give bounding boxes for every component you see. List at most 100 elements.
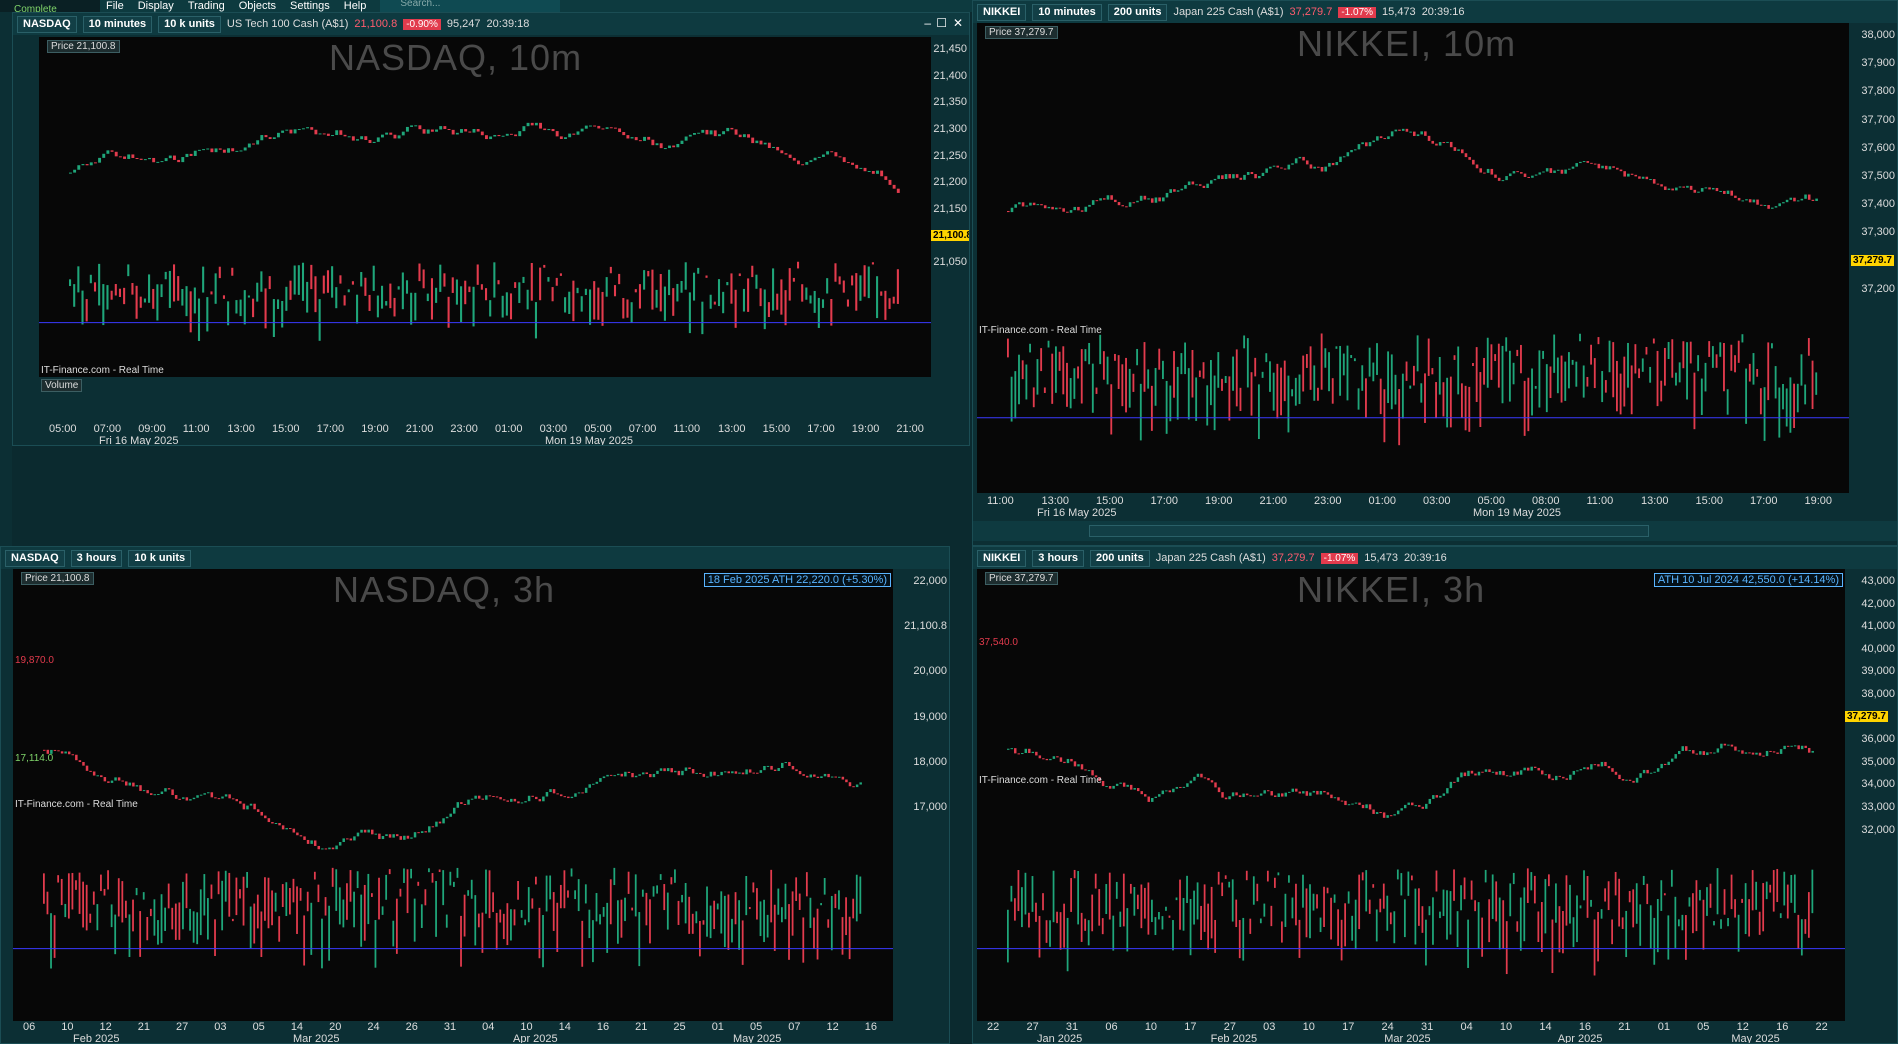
price-chart[interactable]: NASDAQ, 10m Price 21,100.8 IT-Finance.co… <box>39 37 931 392</box>
x-tick-label: 05:00 <box>49 423 77 435</box>
volume-bar <box>846 299 849 307</box>
volume-bar <box>1077 366 1079 379</box>
volume-bar <box>1302 874 1304 908</box>
candle <box>1200 773 1203 778</box>
menu-file[interactable]: File <box>106 0 124 12</box>
volume-bar <box>135 285 138 319</box>
units-select[interactable]: 10 k units <box>128 549 192 567</box>
candle <box>353 836 356 841</box>
candle <box>53 749 57 751</box>
candle <box>256 140 260 145</box>
candle <box>217 798 221 800</box>
candle <box>841 776 845 780</box>
chart-scrollbar[interactable] <box>1089 525 1649 537</box>
search-input[interactable]: Search... <box>380 0 561 12</box>
candle <box>1538 172 1542 175</box>
candle <box>1024 748 1028 754</box>
candle <box>128 782 132 786</box>
price-chart[interactable]: NASDAQ, 3h Price 21,100.8 18 Feb 2025 AT… <box>13 569 893 1021</box>
candle <box>647 136 651 140</box>
volume-bar <box>1173 351 1175 398</box>
menu-display[interactable]: Display <box>138 0 174 12</box>
volume-bar <box>1403 899 1406 938</box>
volume-bar <box>142 892 145 900</box>
candle <box>595 781 599 784</box>
candle <box>338 842 342 846</box>
candle <box>1438 142 1442 146</box>
volume-bar <box>656 885 658 894</box>
volume-bar <box>381 285 384 309</box>
volume-bar <box>131 282 134 295</box>
x-tick-label: 07:00 <box>628 423 657 435</box>
menu-help[interactable]: Help <box>344 0 367 12</box>
units-select[interactable]: 200 units <box>1090 549 1150 567</box>
volume-bar <box>1811 869 1814 914</box>
candle <box>118 156 122 158</box>
candle <box>1080 210 1084 212</box>
candle <box>227 148 230 153</box>
symbol-select[interactable]: NIKKEI <box>977 549 1027 567</box>
volume-bar <box>1815 372 1818 395</box>
candle <box>1126 784 1129 787</box>
timeframe-select[interactable]: 3 hours <box>1032 549 1085 567</box>
timeframe-select[interactable]: 10 minutes <box>1032 3 1102 21</box>
candle <box>684 136 688 141</box>
y-tick-label: 21,100.8 <box>931 229 969 241</box>
candle <box>1484 769 1488 772</box>
candle <box>1576 770 1579 772</box>
timeframe-select[interactable]: 3 hours <box>70 549 123 567</box>
units-select[interactable]: 10 k units <box>158 15 221 33</box>
symbol-select[interactable]: NASDAQ <box>5 549 65 567</box>
candle <box>157 794 160 796</box>
volume-bar <box>1365 378 1367 418</box>
units-select[interactable]: 200 units <box>1107 3 1168 21</box>
maximize-icon[interactable]: ☐ <box>936 16 947 30</box>
candle <box>1708 187 1711 190</box>
candle <box>848 782 852 787</box>
candle <box>1555 775 1558 781</box>
candle <box>132 782 135 787</box>
volume-bar <box>139 911 142 957</box>
candle <box>413 832 417 838</box>
candle <box>691 768 695 774</box>
volume-bar <box>1741 898 1743 903</box>
candle <box>556 793 559 795</box>
symbol-select[interactable]: NASDAQ <box>17 15 77 33</box>
volume-bar <box>1389 912 1392 925</box>
close-icon[interactable]: ✕ <box>953 16 963 30</box>
candle <box>1063 761 1066 764</box>
volume-bar <box>702 920 705 925</box>
volume-bar <box>364 277 367 296</box>
candle <box>631 773 634 778</box>
volume-bar <box>353 891 355 928</box>
volume-bar <box>1807 892 1810 938</box>
volume-bar <box>268 276 271 290</box>
volume-bar <box>1776 868 1779 903</box>
minimize-icon[interactable]: – <box>924 16 931 30</box>
volume-bar <box>410 292 413 325</box>
candle <box>1324 166 1328 172</box>
symbol-select[interactable]: NIKKEI <box>977 3 1027 21</box>
candle <box>756 772 759 774</box>
price-chart[interactable]: NIKKEI, 3h Price 37,279.7 ATH 10 Jul 202… <box>977 569 1845 1021</box>
candle <box>1571 166 1575 169</box>
menu-trading[interactable]: Trading <box>188 0 225 12</box>
candle <box>493 134 497 137</box>
chart-watermark: NASDAQ, 10m <box>329 37 583 78</box>
candle <box>801 164 805 166</box>
volume-bar <box>763 289 766 330</box>
candle <box>559 136 563 139</box>
menu-settings[interactable]: Settings <box>290 0 330 12</box>
candle <box>1235 174 1239 178</box>
timeframe-select[interactable]: 10 minutes <box>82 15 153 33</box>
candle <box>1196 773 1200 777</box>
instrument-name: US Tech 100 Cash (A$1) <box>226 18 349 30</box>
price-chart[interactable]: NIKKEI, 10m Price 37,279.7 IT-Finance.co… <box>977 23 1849 493</box>
volume-bar <box>242 876 245 926</box>
candle <box>502 799 506 801</box>
candle <box>331 135 334 137</box>
candle <box>453 807 456 814</box>
menu-objects[interactable]: Objects <box>239 0 276 12</box>
candle <box>1548 774 1551 779</box>
candle <box>1073 206 1077 211</box>
